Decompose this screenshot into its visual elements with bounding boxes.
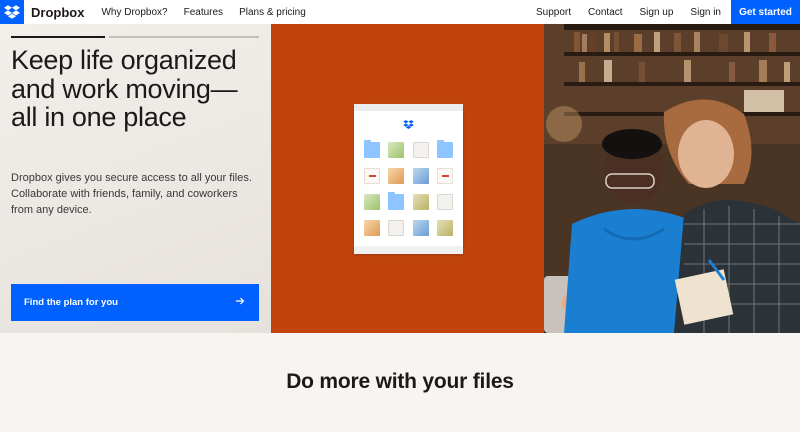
dropbox-logo-icon (354, 120, 463, 129)
brand-name[interactable]: Dropbox (31, 5, 84, 20)
section-title: Do more with your files (286, 370, 514, 393)
hero-section: Keep life organized and work moving—all … (0, 24, 800, 333)
image-file-icon (412, 168, 429, 184)
folder-icon (388, 192, 405, 210)
pdf-file-icon (436, 168, 453, 184)
find-plan-button[interactable]: Find the plan for you (11, 284, 259, 321)
dropbox-logo-icon[interactable] (0, 0, 24, 24)
folder-icon (364, 140, 381, 158)
arrow-right-icon (235, 296, 245, 309)
carousel-progress-active[interactable] (11, 36, 105, 38)
file-browser-illustration (354, 104, 463, 254)
nav-secondary-links: Support Contact Sign up Sign in Get star… (536, 0, 800, 24)
find-plan-button-label: Find the plan for you (24, 297, 118, 308)
carousel-progress-next[interactable] (109, 36, 259, 38)
pdf-file-icon (364, 168, 381, 184)
top-nav: Dropbox Why Dropbox? Features Plans & pr… (0, 0, 800, 24)
nav-link-plans-pricing[interactable]: Plans & pricing (239, 7, 306, 18)
image-file-icon (364, 194, 381, 210)
nav-link-features[interactable]: Features (184, 7, 223, 18)
nav-link-contact[interactable]: Contact (588, 7, 622, 18)
product-illustration-panel (271, 24, 544, 333)
nav-link-sign-in[interactable]: Sign in (690, 7, 721, 18)
document-file-icon (436, 194, 453, 210)
nav-link-support[interactable]: Support (536, 7, 571, 18)
nav-primary-links: Why Dropbox? Features Plans & pricing (101, 7, 321, 18)
image-file-icon (412, 220, 429, 236)
hero-title: Keep life organized and work moving—all … (11, 45, 238, 132)
document-file-icon (388, 220, 405, 236)
hero-text-panel: Keep life organized and work moving—all … (0, 24, 271, 333)
folder-icon (436, 140, 453, 158)
image-file-icon (364, 220, 381, 236)
image-file-icon (388, 142, 405, 158)
hero-subtitle: Dropbox gives you secure access to all y… (11, 172, 252, 216)
people-collaborating-photo (544, 24, 800, 333)
document-file-icon (412, 142, 429, 158)
file-grid-illustration (362, 140, 455, 236)
image-file-icon (436, 220, 453, 236)
get-started-button[interactable]: Get started (731, 0, 800, 24)
image-file-icon (388, 168, 405, 184)
nav-link-sign-up[interactable]: Sign up (640, 7, 674, 18)
image-file-icon (412, 194, 429, 210)
hero-photo (544, 24, 800, 333)
carousel-progress (11, 36, 259, 38)
nav-link-why-dropbox[interactable]: Why Dropbox? (101, 7, 167, 18)
